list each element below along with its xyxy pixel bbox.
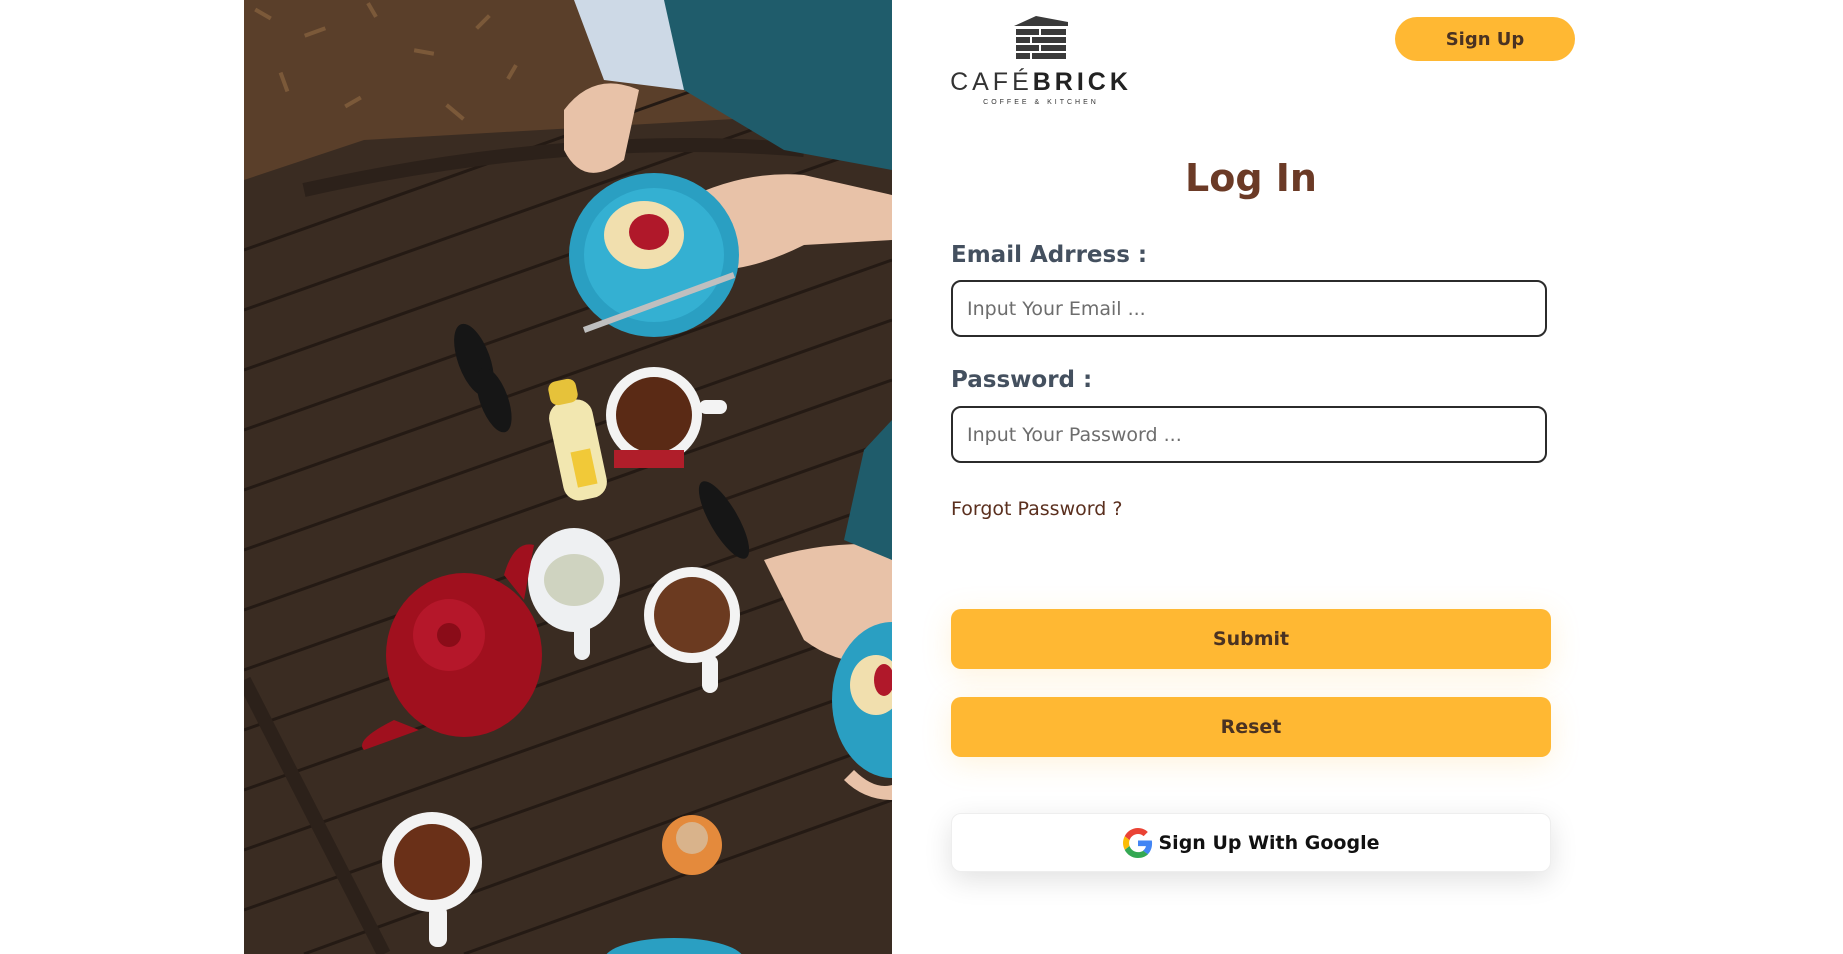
- email-input[interactable]: [951, 280, 1547, 337]
- signup-button[interactable]: Sign Up: [1395, 17, 1575, 61]
- logo-wordmark: CAFÉBRICK: [938, 68, 1144, 96]
- logo-word-brick: BRICK: [1032, 68, 1132, 96]
- hero-photo: [244, 0, 892, 954]
- logo-tagline: COFFEE & KITCHEN: [983, 99, 1099, 106]
- email-label: Email Adrress :: [951, 242, 1148, 268]
- submit-button[interactable]: Submit: [951, 609, 1551, 669]
- page-title: Log In: [1185, 156, 1317, 200]
- google-signup-button[interactable]: Sign Up With Google: [951, 813, 1551, 872]
- brick-building-logo-icon: [1014, 16, 1068, 59]
- google-g-icon: [1122, 827, 1152, 858]
- password-label: Password :: [951, 367, 1093, 393]
- password-input[interactable]: [951, 406, 1547, 463]
- logo-word-cafe: CAFÉ: [950, 68, 1033, 96]
- forgot-password-link[interactable]: Forgot Password ?: [951, 498, 1122, 520]
- cafe-brick-logo: CAFÉBRICK COFFEE & KITCHEN: [938, 16, 1144, 112]
- google-signup-label: Sign Up With Google: [1158, 831, 1380, 854]
- reset-button[interactable]: Reset: [951, 697, 1551, 757]
